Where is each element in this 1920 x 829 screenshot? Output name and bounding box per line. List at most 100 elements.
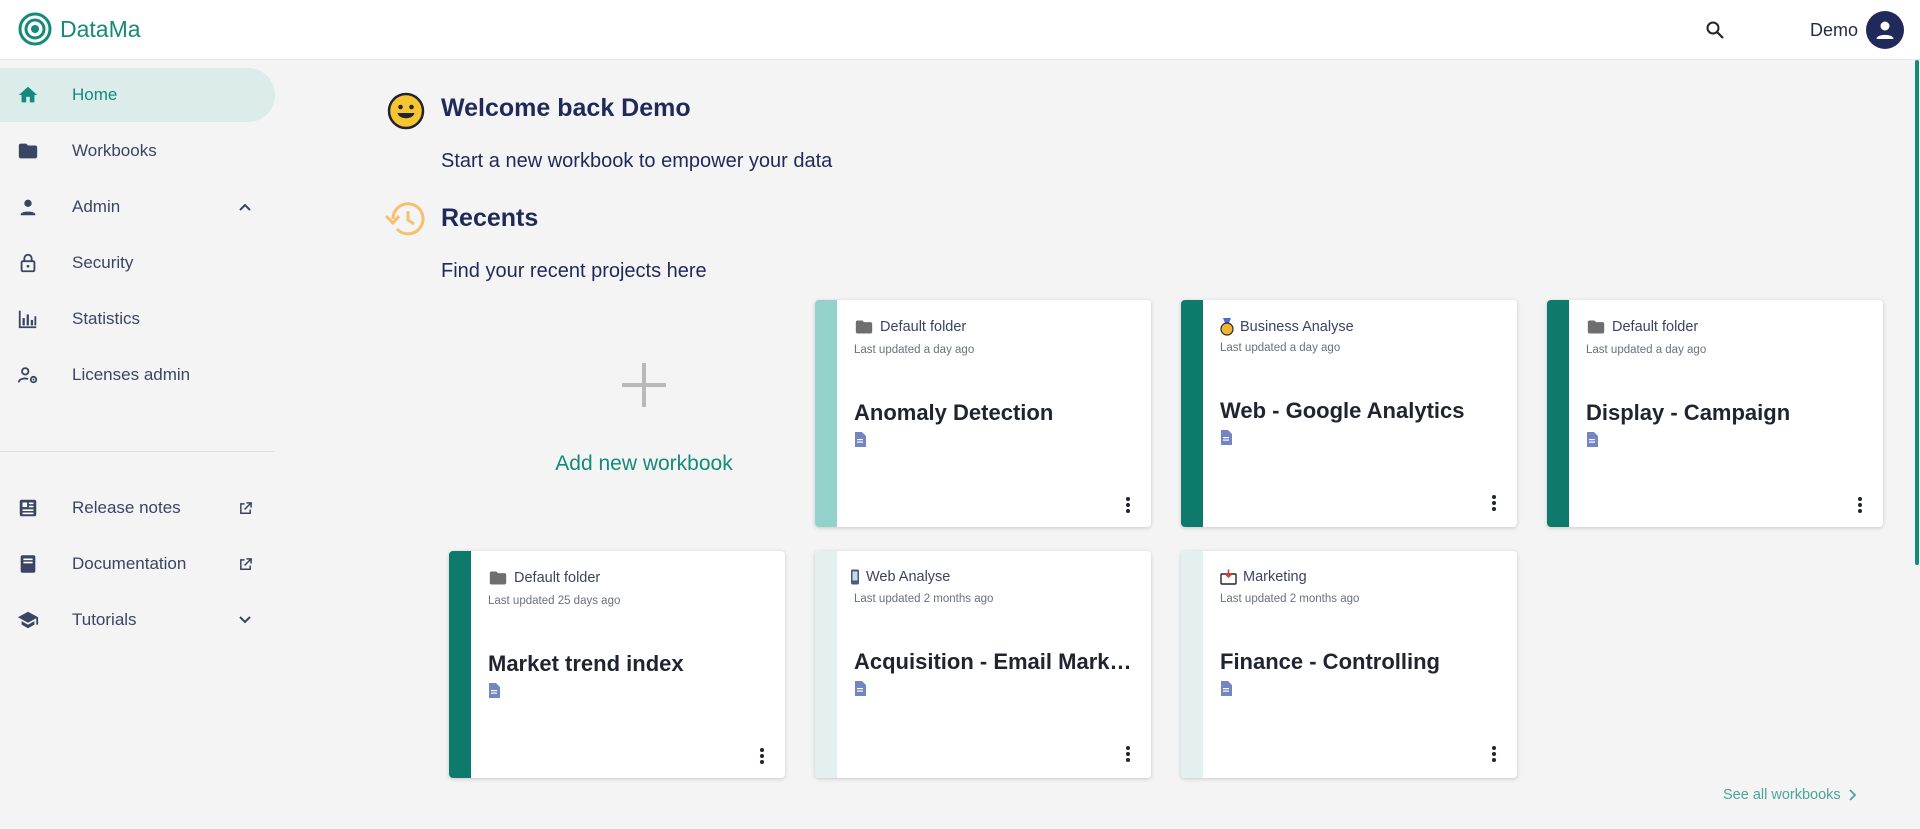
workbook-card[interactable]: Web Analyse Last updated 2 months ago Ac… xyxy=(815,551,1151,778)
chevron-down-icon[interactable] xyxy=(235,610,255,630)
logo[interactable]: DataMa xyxy=(18,12,141,46)
sidebar-item-licenses-admin[interactable]: Licenses admin xyxy=(0,348,275,402)
sidebar-item-tutorials[interactable]: Tutorials xyxy=(0,593,275,647)
workbook-card[interactable]: Marketing Last updated 2 months ago Fina… xyxy=(1181,551,1517,778)
folder-icon xyxy=(855,320,873,334)
workbook-card[interactable]: Business Analyse Last updated a day ago … xyxy=(1181,300,1517,527)
card-folder: Marketing xyxy=(1220,569,1307,585)
datama-logo-icon xyxy=(18,12,52,46)
card-updated: Last updated 2 months ago xyxy=(854,593,994,605)
sidebar-item-security[interactable]: Security xyxy=(0,236,275,290)
more-vert-icon[interactable] xyxy=(1487,493,1501,513)
sidebar-item-label: Tutorials xyxy=(72,610,137,629)
external-link-icon xyxy=(235,554,255,574)
sidebar-divider xyxy=(0,451,275,452)
add-workbook-button[interactable]: Add new workbook xyxy=(448,300,788,528)
document-icon xyxy=(854,681,866,701)
card-stripe xyxy=(449,551,471,778)
document-icon xyxy=(1220,681,1232,701)
document-icon xyxy=(1586,432,1598,452)
card-title: Acquisition - Email Marketing xyxy=(854,649,1136,674)
sidebar-item-label: Admin xyxy=(72,197,121,216)
person-icon xyxy=(1876,21,1894,39)
card-folder-label: Default folder xyxy=(514,570,601,586)
welcome-title: Welcome back Demo xyxy=(441,94,691,122)
card-title: Web - Google Analytics xyxy=(1220,398,1465,423)
plus-icon xyxy=(621,362,667,413)
newspaper-icon xyxy=(16,496,40,520)
user-name: Demo xyxy=(1810,19,1859,40)
school-icon xyxy=(16,608,40,632)
more-vert-icon[interactable] xyxy=(1121,495,1135,515)
workbook-card[interactable]: Default folder Last updated a day ago An… xyxy=(815,300,1151,527)
sidebar-item-workbooks[interactable]: Workbooks xyxy=(0,124,275,178)
sidebar-item-documentation[interactable]: Documentation xyxy=(0,537,275,591)
card-stripe xyxy=(815,300,837,527)
search-icon xyxy=(1706,21,1724,39)
sidebar-item-admin[interactable]: Admin xyxy=(0,180,275,234)
card-stripe xyxy=(815,551,837,778)
workbook-card[interactable]: Default folder Last updated a day ago Di… xyxy=(1547,300,1883,527)
card-folder: Business Analyse xyxy=(1220,318,1354,336)
folder-icon xyxy=(489,571,507,585)
sidebar-item-label: Workbooks xyxy=(72,141,157,160)
more-vert-icon[interactable] xyxy=(755,746,769,766)
card-title: Display - Campaign xyxy=(1586,400,1791,425)
inbox-icon xyxy=(1220,569,1237,585)
person-icon xyxy=(16,195,40,219)
search-button[interactable] xyxy=(1702,17,1728,43)
scrollbar[interactable] xyxy=(1912,60,1920,829)
card-updated: Last updated a day ago xyxy=(1220,342,1341,354)
sidebar-item-label: Home xyxy=(72,85,118,104)
card-stripe xyxy=(1181,300,1203,527)
card-folder-label: Default folder xyxy=(1612,319,1699,335)
recents-subtitle: Find your recent projects here xyxy=(441,260,707,282)
folder-icon xyxy=(16,139,40,163)
sidebar-item-label: Documentation xyxy=(72,554,187,573)
top-bar: DataMa Demo xyxy=(0,0,1920,60)
phone-icon xyxy=(851,569,859,585)
card-folder: Default folder xyxy=(854,318,966,336)
card-updated: Last updated 25 days ago xyxy=(488,595,621,607)
avatar[interactable] xyxy=(1866,11,1905,49)
card-folder-label: Default folder xyxy=(880,319,967,335)
card-updated: Last updated a day ago xyxy=(1586,344,1707,356)
sidebar-item-label: Security xyxy=(72,253,134,272)
more-vert-icon[interactable] xyxy=(1487,744,1501,764)
chevron-right-icon xyxy=(1849,789,1856,801)
more-vert-icon[interactable] xyxy=(1121,744,1135,764)
lock-icon xyxy=(16,251,40,275)
user-settings-icon xyxy=(16,363,40,387)
card-stripe xyxy=(1181,551,1203,778)
recents-title: Recents xyxy=(441,204,539,232)
app-name: DataMa xyxy=(60,15,141,42)
card-stripe xyxy=(1547,300,1569,527)
medal-icon xyxy=(1220,318,1234,336)
sidebar-item-statistics[interactable]: Statistics xyxy=(0,292,275,346)
bar-chart-icon xyxy=(16,307,40,331)
history-icon xyxy=(382,199,426,244)
card-updated: Last updated a day ago xyxy=(854,344,975,356)
more-vert-icon[interactable] xyxy=(1853,495,1867,515)
see-all-workbooks-link[interactable]: See all workbooks xyxy=(1723,787,1857,803)
see-all-label: See all workbooks xyxy=(1723,787,1841,803)
card-folder-label: Marketing xyxy=(1243,569,1307,585)
sidebar-item-label: Release notes xyxy=(72,498,181,517)
sidebar-item-home[interactable]: Home xyxy=(0,68,275,122)
home-icon xyxy=(16,83,40,107)
document-icon xyxy=(488,683,500,703)
external-link-icon xyxy=(235,498,255,518)
workbook-card[interactable]: Default folder Last updated 25 days ago … xyxy=(449,551,785,778)
card-title: Anomaly Detection xyxy=(854,400,1054,425)
card-folder: Default folder xyxy=(488,569,600,587)
add-workbook-label: Add new workbook xyxy=(555,452,733,475)
document-icon xyxy=(854,432,866,452)
sidebar: Home Workbooks Admin Security Statistics… xyxy=(0,60,275,829)
user-menu[interactable]: Demo xyxy=(1810,11,1905,49)
welcome-subtitle: Start a new workbook to empower your dat… xyxy=(441,150,833,172)
chevron-up-icon[interactable] xyxy=(235,197,255,217)
sidebar-item-label: Licenses admin xyxy=(72,365,191,384)
sidebar-item-release-notes[interactable]: Release notes xyxy=(0,481,275,535)
scroll-thumb[interactable] xyxy=(1915,60,1919,565)
card-folder-label: Web Analyse xyxy=(866,569,951,585)
